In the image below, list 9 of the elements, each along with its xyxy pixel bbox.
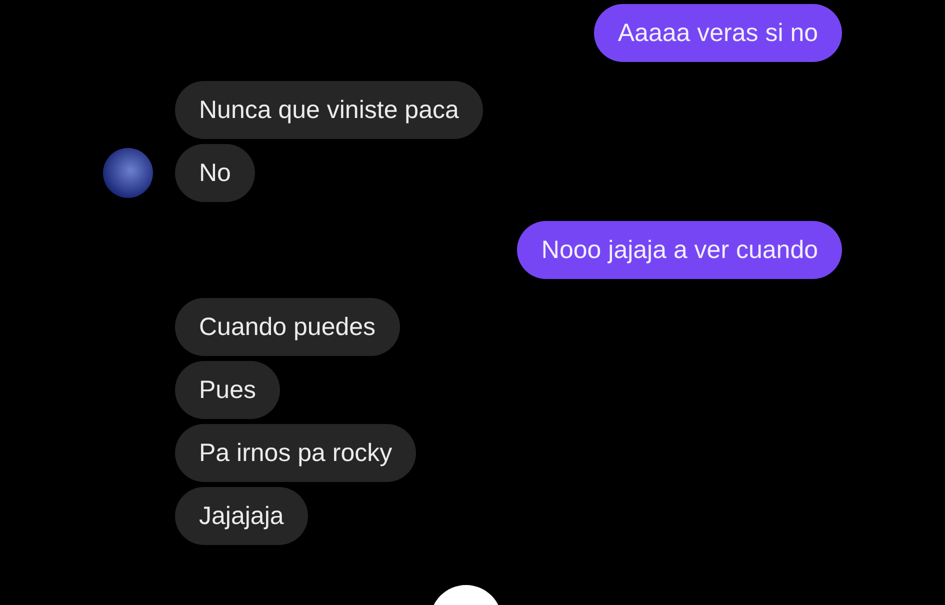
message-bubble: Nooo jajaja a ver cuando bbox=[517, 221, 842, 279]
message-bubble: Cuando puedes bbox=[175, 298, 400, 356]
avatar[interactable] bbox=[103, 148, 153, 198]
message-bubble: Aaaaa veras si no bbox=[594, 4, 842, 62]
message-bubble: Jajajaja bbox=[175, 487, 308, 545]
message-bubble: Nunca que viniste paca bbox=[175, 81, 483, 139]
message-bubble: No bbox=[175, 144, 255, 202]
message-bubble: Pues bbox=[175, 361, 280, 419]
message-bubble: Pa irnos pa rocky bbox=[175, 424, 416, 482]
